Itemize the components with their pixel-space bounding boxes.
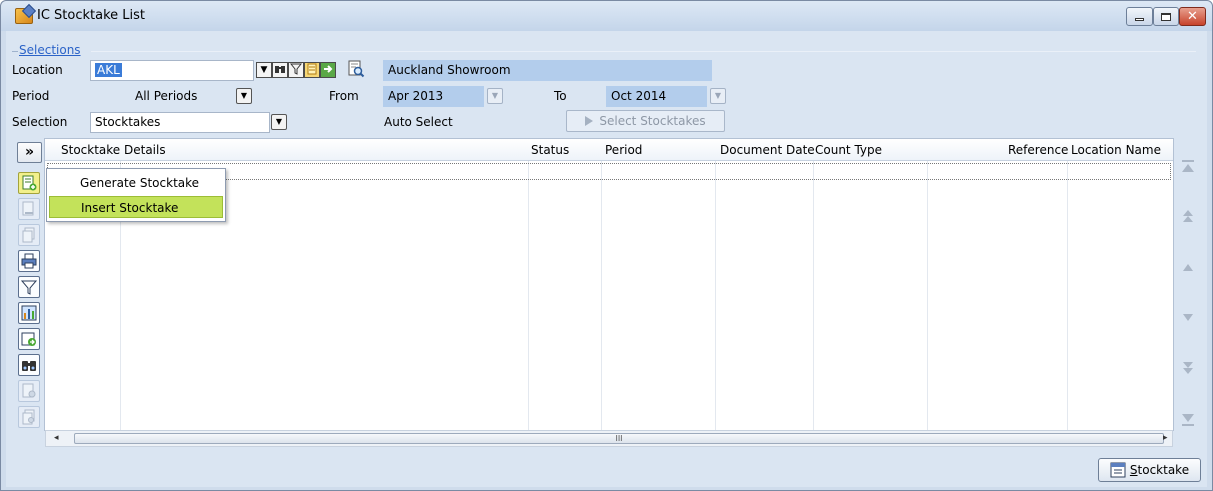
period-label: Period [12, 89, 50, 103]
selection-label: Selection [12, 115, 68, 129]
group-border [91, 51, 1196, 52]
last-record-icon[interactable] [1181, 413, 1195, 427]
to-period-field[interactable]: Oct 2014 [606, 86, 707, 107]
column-header[interactable]: Status [531, 143, 569, 157]
column-header[interactable]: Location Name [1071, 143, 1161, 157]
select-stocktakes-label: Select Stocktakes [599, 114, 706, 128]
to-label: To [554, 89, 567, 103]
copy-icon[interactable] [18, 224, 40, 246]
select-stocktakes-button[interactable]: Select Stocktakes [566, 110, 725, 132]
to-dropdown-icon[interactable]: ▼ [710, 88, 726, 104]
horizontal-scrollbar[interactable]: ◂ III ▸ [45, 430, 1173, 447]
column-divider [927, 161, 928, 430]
stocktake-button-label: Stocktake [1129, 463, 1190, 477]
play-icon [585, 116, 594, 126]
client-area: Selections Location AKL ▼ Auckland Showr… [6, 31, 1207, 487]
stocktake-app-icon [15, 8, 33, 24]
edit-icon[interactable] [18, 198, 40, 220]
expand-toolbar-button[interactable]: » [17, 142, 42, 163]
filter-funnel-icon[interactable] [288, 62, 304, 78]
from-label: From [329, 89, 359, 103]
selection-input[interactable]: Stocktakes [90, 112, 270, 133]
minimize-button[interactable] [1126, 7, 1153, 26]
auto-select-label: Auto Select [384, 115, 453, 129]
stocktake-button[interactable]: Stocktake [1098, 458, 1201, 482]
selection-dropdown-icon[interactable]: ▼ [271, 114, 287, 130]
binoculars-icon[interactable] [272, 62, 288, 78]
first-record-icon[interactable] [1181, 159, 1195, 173]
location-input[interactable]: AKL [90, 60, 254, 81]
find-icon[interactable] [18, 354, 40, 376]
filter-icon[interactable] [18, 276, 40, 298]
group-border [12, 51, 18, 52]
column-header[interactable]: Reference [1008, 143, 1068, 157]
location-dropdown-icon[interactable]: ▼ [256, 62, 272, 78]
column-divider [528, 161, 529, 430]
title-bar[interactable]: IC Stocktake List ✕ [1, 1, 1212, 31]
period-dropdown-icon[interactable]: ▼ [236, 88, 252, 104]
chart-icon[interactable] [18, 302, 40, 324]
location-value: AKL [95, 63, 122, 77]
notes-icon[interactable] [304, 62, 320, 78]
menu-item-generate-stocktake[interactable]: Generate Stocktake [49, 172, 223, 194]
close-icon: ✕ [1187, 9, 1198, 24]
go-icon[interactable] [320, 62, 336, 78]
location-label: Location [12, 63, 63, 77]
stocktake-list-window: IC Stocktake List ✕ Selections Location … [0, 0, 1213, 491]
print-icon[interactable] [18, 250, 40, 272]
previous-record-icon[interactable] [1181, 260, 1195, 274]
maximize-button[interactable] [1153, 7, 1179, 26]
from-dropdown-icon[interactable]: ▼ [487, 88, 503, 104]
from-period-field[interactable]: Apr 2013 [383, 86, 484, 107]
export-icon[interactable] [18, 328, 40, 350]
maximize-icon [1161, 12, 1171, 21]
menu-item-insert-stocktake[interactable]: Insert Stocktake [49, 196, 223, 218]
column-header[interactable]: Document Date [720, 143, 815, 157]
stocktake-icon [1110, 462, 1126, 478]
context-menu: Generate Stocktake Insert Stocktake [46, 168, 226, 222]
duplicate-icon[interactable] [18, 406, 40, 428]
add-stocktake-icon[interactable] [18, 172, 40, 194]
column-divider [715, 161, 716, 430]
column-header[interactable]: Period [605, 143, 642, 157]
column-header[interactable]: Count Type [815, 143, 882, 157]
column-divider [1067, 161, 1068, 430]
column-divider [813, 161, 814, 430]
document-icon[interactable] [18, 380, 40, 402]
scroll-right-icon[interactable]: ▸ [1163, 433, 1168, 443]
period-value[interactable]: All Periods [135, 89, 197, 103]
grid-header: Stocktake Details Status Period Document… [45, 139, 1173, 161]
next-record-icon[interactable] [1181, 311, 1195, 325]
window-title: IC Stocktake List [37, 8, 146, 23]
scroll-left-icon[interactable]: ◂ [54, 433, 59, 443]
column-header[interactable]: Stocktake Details [61, 143, 166, 157]
preview-icon[interactable] [347, 60, 365, 78]
selections-legend[interactable]: Selections [19, 43, 81, 57]
column-divider [601, 161, 602, 430]
scroll-thumb[interactable]: III [74, 433, 1164, 444]
minimize-icon [1135, 18, 1144, 21]
location-name-display: Auckland Showroom [383, 60, 712, 81]
page-down-icon[interactable] [1181, 361, 1195, 375]
close-button[interactable]: ✕ [1179, 7, 1206, 26]
page-up-icon[interactable] [1181, 209, 1195, 223]
